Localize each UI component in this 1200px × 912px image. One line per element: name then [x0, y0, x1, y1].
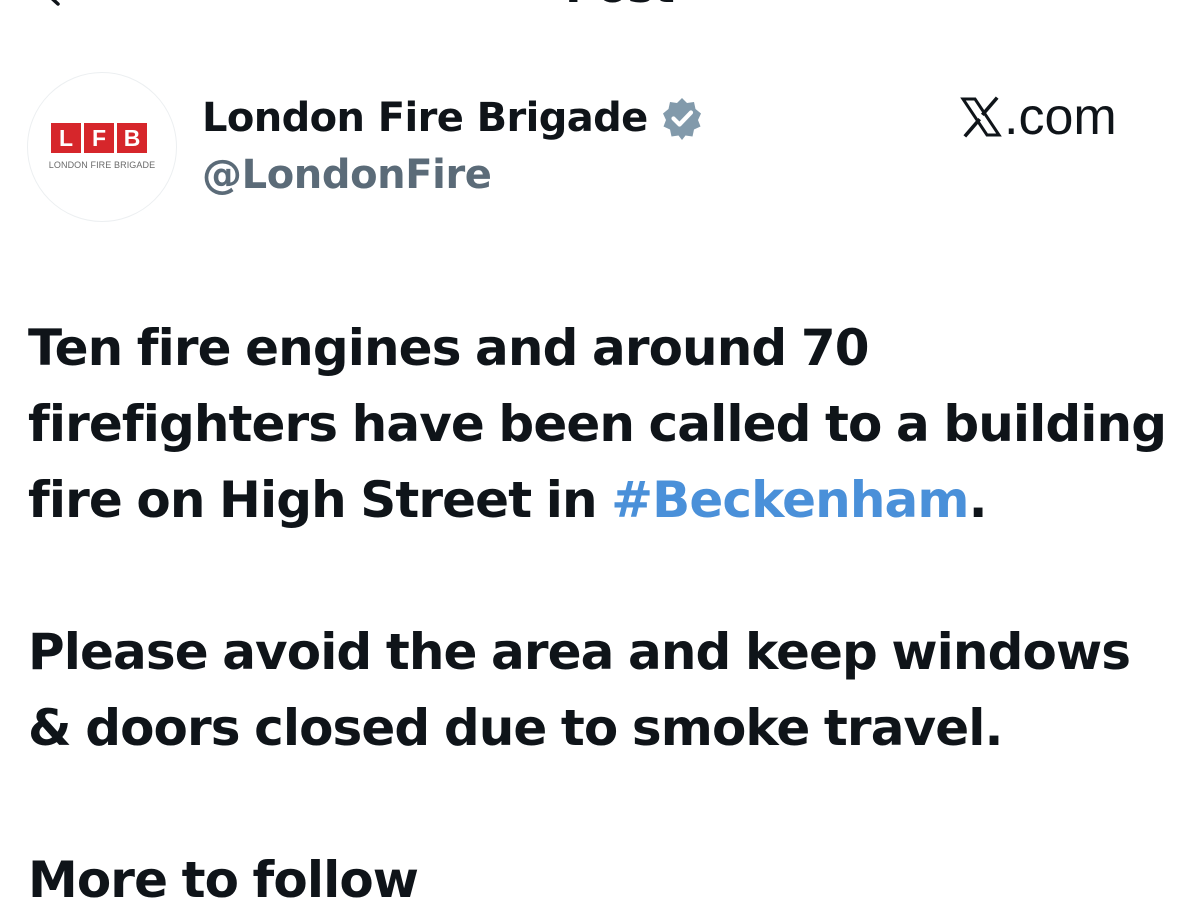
x-logo-icon [960, 96, 1002, 138]
post-line: Ten fire engines and around 70 [28, 319, 870, 377]
avatar[interactable]: L F B LONDON FIRE BRIGADE [27, 72, 177, 222]
post-line: & doors closed due to smoke travel. [28, 699, 1003, 757]
lfb-logo: L F B [51, 123, 147, 153]
page-title: Post [0, 0, 1200, 10]
hashtag-link[interactable]: #Beckenham [611, 471, 969, 529]
brand-text: .com [1004, 88, 1117, 146]
author-name-row[interactable]: London Fire Brigade [202, 90, 704, 146]
post-line: Please avoid the area and keep windows [28, 623, 1131, 681]
author-display-name[interactable]: London Fire Brigade [202, 95, 648, 141]
logo-letter: F [84, 123, 114, 153]
post-body: Ten fire engines and around 70 firefight… [28, 310, 1178, 912]
post-text-segment: fire on High Street in [28, 471, 612, 529]
brand-mark: .com [960, 88, 1117, 146]
post-text-segment: . [968, 471, 988, 529]
logo-letter: B [117, 123, 147, 153]
post-line: More to follow [28, 851, 419, 909]
post-line: firefighters have been called to a build… [28, 395, 1167, 453]
post-page: Post L F B LONDON FIRE BRIGADE London Fi… [0, 0, 1200, 912]
logo-subtitle: LONDON FIRE BRIGADE [48, 160, 156, 170]
top-bar: Post [0, 0, 1200, 20]
verified-badge-icon [662, 98, 701, 140]
author-handle[interactable]: @LondonFire [202, 152, 492, 198]
logo-letter: L [51, 123, 81, 153]
post-line: fire on High Street in #Beckenham. [28, 462, 1178, 538]
